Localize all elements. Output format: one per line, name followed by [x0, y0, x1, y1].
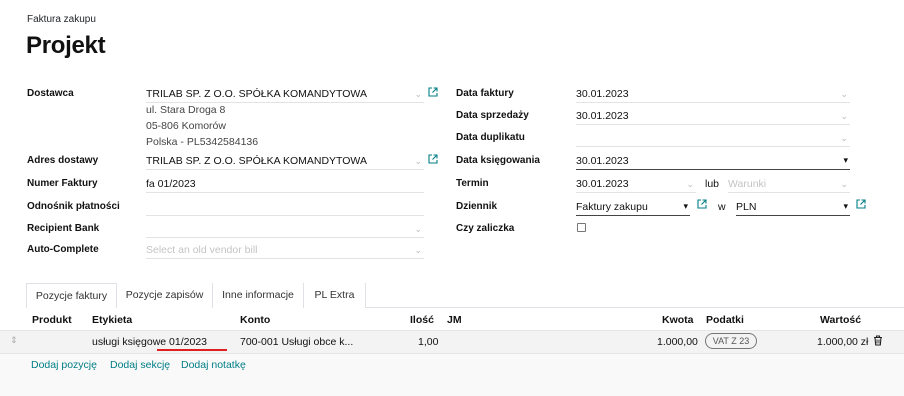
caret-down-icon[interactable]: ▾: [843, 155, 848, 166]
chevron-down-icon[interactable]: ⌄: [840, 89, 848, 100]
chevron-down-icon[interactable]: ⌄: [414, 89, 422, 100]
in-label: w: [718, 201, 726, 213]
invoice-date-field[interactable]: 30.01.2023 ⌄: [576, 85, 850, 103]
term-date-field[interactable]: 30.01.2023 ⌄: [576, 175, 696, 193]
column-quantity[interactable]: Ilość: [410, 314, 434, 326]
payment-terms-placeholder: Warunki: [728, 178, 767, 190]
sale-date-value: 30.01.2023: [576, 110, 629, 122]
journal-label: Dziennik: [456, 201, 498, 212]
caret-down-icon[interactable]: ▾: [683, 201, 688, 212]
trash-icon[interactable]: [873, 335, 883, 346]
row-quantity[interactable]: 1,00: [418, 336, 438, 348]
invoice-number-field[interactable]: fa 01/2023: [146, 175, 424, 193]
payment-reference-field[interactable]: [146, 198, 424, 216]
chevron-down-icon[interactable]: ⌄: [414, 224, 422, 235]
page-title: Projekt: [26, 32, 106, 59]
column-value[interactable]: Wartość: [820, 314, 861, 326]
invoice-number-value: fa 01/2023: [146, 178, 196, 190]
tab-other-info[interactable]: Inne informacje: [213, 283, 304, 308]
column-amount[interactable]: Kwota: [662, 314, 694, 326]
auto-complete-placeholder: Select an old vendor bill: [146, 244, 258, 256]
chevron-down-icon[interactable]: ⌄: [414, 245, 422, 256]
tab-invoice-lines[interactable]: Pozycje faktury: [26, 283, 117, 308]
currency-value: PLN: [736, 201, 757, 213]
tax-badge[interactable]: VAT Z 23: [705, 333, 757, 349]
chevron-down-icon[interactable]: ⌄: [840, 111, 848, 122]
external-link-icon[interactable]: [428, 87, 438, 97]
add-section-link[interactable]: Dodaj sekcję: [110, 359, 170, 371]
row-value: 1.000,00 zł: [817, 336, 869, 348]
delivery-address-value: TRILAB SP. Z O.O. SPÓŁKA KOMANDYTOWA: [146, 155, 367, 167]
currency-field[interactable]: PLN ▾: [736, 198, 850, 216]
external-link-icon[interactable]: [428, 154, 438, 164]
chevron-down-icon[interactable]: ⌄: [840, 133, 848, 144]
add-note-link[interactable]: Dodaj notatkę: [181, 359, 246, 371]
auto-complete-field[interactable]: Select an old vendor bill ⌄: [146, 241, 424, 259]
vendor-address-line2: 05-806 Komorów: [146, 120, 226, 132]
vendor-label: Dostawca: [27, 88, 74, 99]
delivery-address-label: Adres dostawy: [27, 155, 99, 166]
accounting-date-value: 30.01.2023: [576, 155, 629, 167]
external-link-icon[interactable]: [697, 199, 707, 209]
delivery-address-field[interactable]: TRILAB SP. Z O.O. SPÓŁKA KOMANDYTOWA ⌄: [146, 152, 424, 170]
row-amount[interactable]: 1.000,00: [657, 336, 698, 348]
advance-checkbox[interactable]: [577, 223, 586, 232]
payment-terms-field[interactable]: Warunki ⌄: [728, 175, 850, 193]
term-date-value: 30.01.2023: [576, 178, 629, 190]
row-account[interactable]: 700-001 Usługi obce k...: [240, 336, 353, 348]
or-label: lub: [705, 178, 720, 190]
row-label[interactable]: usługi księgowe 01/2023: [92, 336, 207, 348]
chevron-down-icon[interactable]: ⌄: [840, 179, 848, 190]
column-product[interactable]: Produkt: [32, 314, 72, 326]
invoice-date-value: 30.01.2023: [576, 88, 629, 100]
annotation-underline: [157, 349, 227, 351]
payment-reference-label: Odnośnik płatności: [27, 201, 120, 212]
accounting-date-label: Data księgowania: [456, 155, 540, 166]
sale-date-label: Data sprzedaży: [456, 110, 529, 121]
recipient-bank-label: Recipient Bank: [27, 223, 100, 234]
caret-down-icon[interactable]: ▾: [843, 201, 848, 212]
external-link-icon[interactable]: [856, 199, 866, 209]
add-line-link[interactable]: Dodaj pozycję: [31, 359, 97, 371]
drag-handle-icon[interactable]: ⇕: [10, 335, 18, 346]
recipient-bank-field[interactable]: ⌄: [146, 220, 424, 238]
invoice-number-label: Numer Faktury: [27, 178, 98, 189]
vendor-address-line1: ul. Stara Droga 8: [146, 104, 226, 116]
column-label[interactable]: Etykieta: [92, 314, 132, 326]
accounting-date-field[interactable]: 30.01.2023 ▾: [576, 152, 850, 170]
auto-complete-label: Auto-Complete: [27, 244, 99, 255]
column-uom[interactable]: JM: [447, 314, 462, 326]
journal-field[interactable]: Faktury zakupu ▾: [576, 198, 690, 216]
column-account[interactable]: Konto: [240, 314, 270, 326]
journal-value: Faktury zakupu: [576, 201, 648, 213]
vendor-address-line3: Polska - PL5342584136: [146, 136, 259, 148]
advance-label: Czy zaliczka: [456, 223, 515, 234]
column-taxes[interactable]: Podatki: [706, 314, 744, 326]
duplicate-date-label: Data duplikatu: [456, 132, 525, 143]
term-label: Termin: [456, 178, 489, 189]
chevron-down-icon[interactable]: ⌄: [686, 179, 694, 190]
invoice-date-label: Data faktury: [456, 88, 514, 99]
breadcrumb[interactable]: Faktura zakupu: [27, 14, 96, 25]
vendor-value: TRILAB SP. Z O.O. SPÓŁKA KOMANDYTOWA: [146, 88, 367, 100]
chevron-down-icon[interactable]: ⌄: [414, 156, 422, 167]
duplicate-date-field[interactable]: ⌄: [576, 129, 850, 147]
vendor-field[interactable]: TRILAB SP. Z O.O. SPÓŁKA KOMANDYTOWA ⌄: [146, 85, 424, 103]
tab-journal-items[interactable]: Pozycje zapisów: [117, 283, 213, 308]
sale-date-field[interactable]: 30.01.2023 ⌄: [576, 107, 850, 125]
tab-pl-extra[interactable]: PL Extra: [304, 283, 366, 308]
